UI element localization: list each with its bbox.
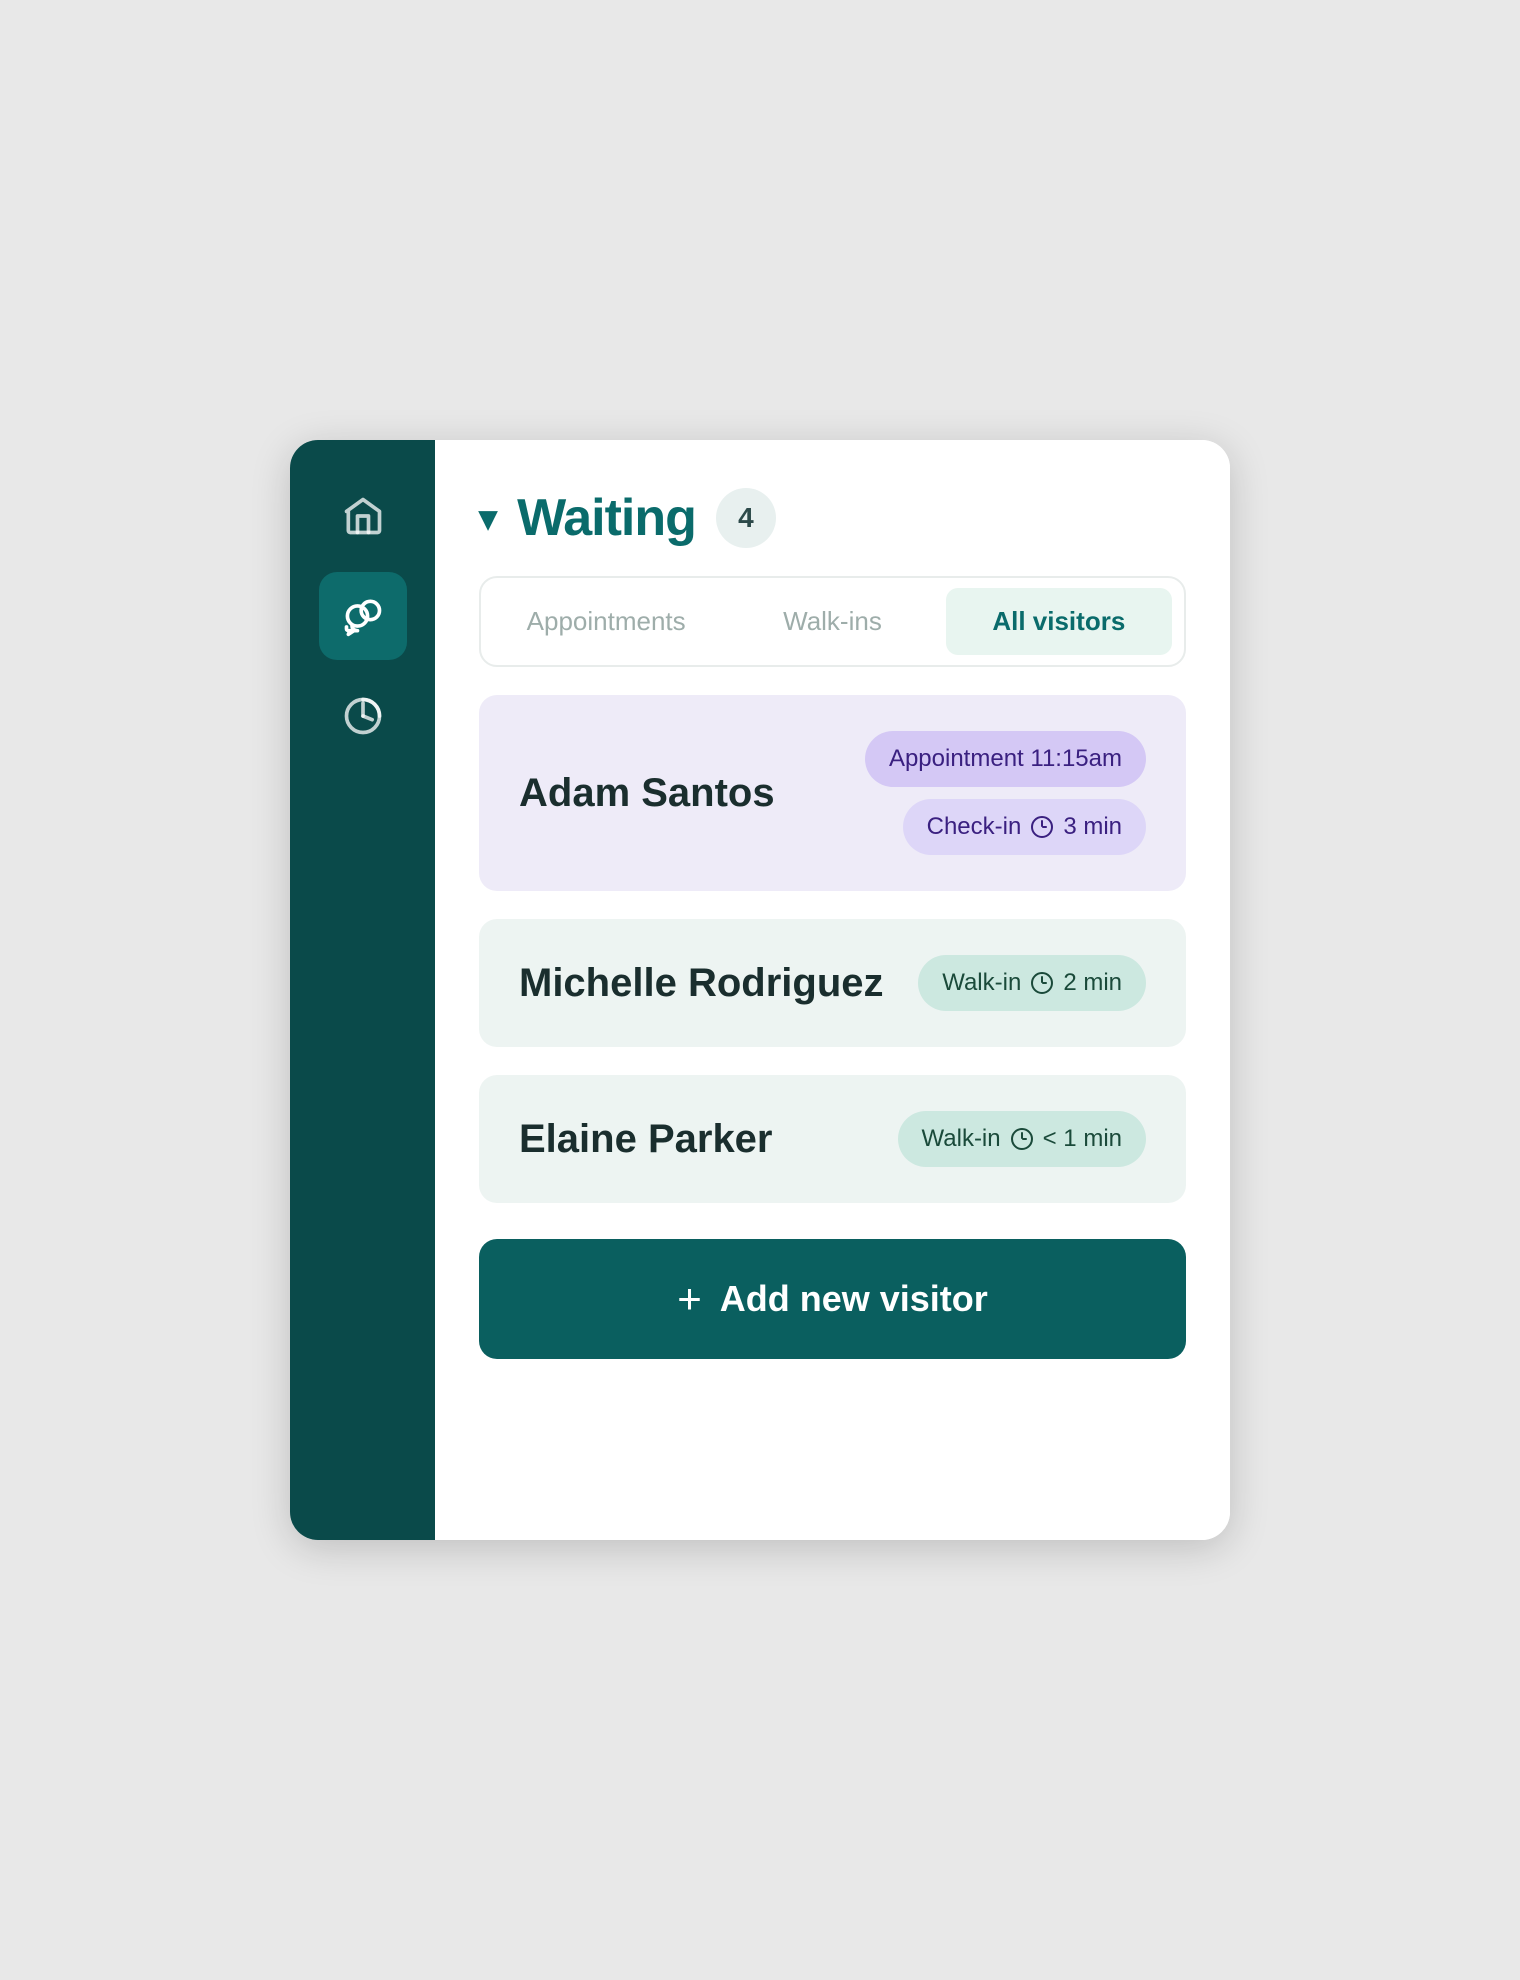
- sidebar-item-home[interactable]: [319, 472, 407, 560]
- chat-icon: [341, 594, 385, 638]
- visitor-card-michelle[interactable]: Michelle Rodriguez Walk-in 2 min: [479, 919, 1186, 1047]
- walkin-label-elaine: Walk-in: [922, 1125, 1001, 1153]
- clock-icon-elaine: [1011, 1128, 1033, 1150]
- walkin-time-michelle: 2 min: [1063, 969, 1122, 997]
- badges-col-michelle: Walk-in 2 min: [918, 955, 1146, 1011]
- add-visitor-label: Add new visitor: [720, 1278, 988, 1320]
- walkin-time-elaine: < 1 min: [1043, 1125, 1122, 1153]
- visitor-name-michelle: Michelle Rodriguez: [519, 959, 884, 1007]
- waiting-count-badge: 4: [716, 488, 776, 548]
- sidebar-item-chat[interactable]: [319, 572, 407, 660]
- checkin-badge-adam: Check-in 3 min: [903, 799, 1146, 855]
- page-title: Waiting: [517, 488, 696, 548]
- clock-icon-michelle: [1031, 972, 1053, 994]
- collapse-chevron[interactable]: ▾: [479, 500, 497, 536]
- visitor-name-adam: Adam Santos: [519, 769, 775, 817]
- checkin-time-adam: 3 min: [1063, 813, 1122, 841]
- home-icon: [341, 494, 385, 538]
- tab-walkins[interactable]: Walk-ins: [719, 588, 945, 655]
- clock-icon-adam: [1031, 816, 1053, 838]
- badges-col-elaine: Walk-in < 1 min: [898, 1111, 1147, 1167]
- tab-all-visitors[interactable]: All visitors: [946, 588, 1172, 655]
- plus-icon: +: [677, 1275, 702, 1323]
- sidebar: [290, 440, 435, 1540]
- checkin-label: Check-in: [927, 813, 1022, 841]
- tab-appointments[interactable]: Appointments: [493, 588, 719, 655]
- visitor-card-adam[interactable]: Adam Santos Appointment 11:15am Check-in…: [479, 695, 1186, 891]
- visitor-card-elaine[interactable]: Elaine Parker Walk-in < 1 min: [479, 1075, 1186, 1203]
- app-container: ▾ Waiting 4 Appointments Walk-ins All vi…: [290, 440, 1230, 1540]
- badges-col-adam: Appointment 11:15am Check-in 3 min: [865, 731, 1146, 855]
- main-content: ▾ Waiting 4 Appointments Walk-ins All vi…: [435, 440, 1230, 1540]
- add-visitor-button[interactable]: + Add new visitor: [479, 1239, 1186, 1359]
- walkin-badge-elaine: Walk-in < 1 min: [898, 1111, 1147, 1167]
- visitor-name-elaine: Elaine Parker: [519, 1115, 773, 1163]
- walkin-badge-michelle: Walk-in 2 min: [918, 955, 1146, 1011]
- appointment-badge-adam: Appointment 11:15am: [865, 731, 1146, 787]
- walkin-label-michelle: Walk-in: [942, 969, 1021, 997]
- tabs-row: Appointments Walk-ins All visitors: [479, 576, 1186, 667]
- header-row: ▾ Waiting 4: [479, 488, 1186, 548]
- sidebar-item-reports[interactable]: [319, 672, 407, 760]
- reports-icon: [341, 694, 385, 738]
